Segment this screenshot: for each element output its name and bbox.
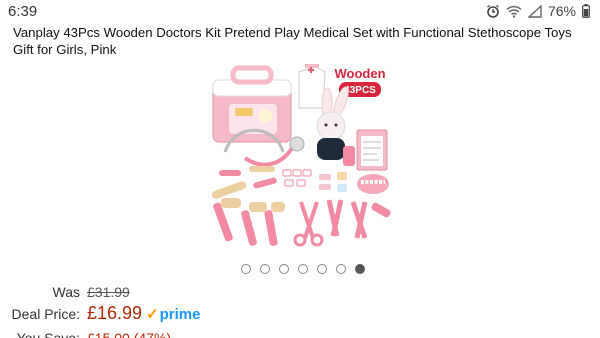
status-icons: 76% [486,3,590,19]
pliers-illustration [326,199,391,239]
carousel-dot[interactable] [279,264,289,274]
status-bar: 6:39 76% [0,0,600,22]
carousel-dot[interactable] [260,264,270,274]
bottle-illustration [343,146,355,166]
alarm-icon [486,4,500,18]
small-tools-illustration [211,166,347,199]
carousel-dot[interactable] [298,264,308,274]
was-price: £31.99 [87,284,130,300]
carousel-dot[interactable] [317,264,327,274]
doctor-coat-illustration [298,64,326,109]
wifi-icon [506,5,522,18]
teeth-model-illustration [357,174,389,194]
signal-icon [527,4,542,18]
prime-check-icon: ✓ [146,306,159,323]
deal-label: Deal Price: [11,306,80,322]
battery-icon [582,4,590,18]
was-label: Was [52,284,80,300]
save-label: You Save: [16,330,80,338]
status-time: 6:39 [8,3,38,20]
save-row: You Save: £15.00 (47%) [0,330,171,338]
carousel-dot[interactable] [241,264,251,274]
clipboard-illustration [356,129,388,171]
carousel-dot[interactable] [336,264,346,274]
prime-label: prime [159,306,201,323]
save-amount: £15.00 (47%) [87,330,172,338]
scissors-illustration [293,201,324,247]
battery-percent: 76% [547,3,576,19]
svg-text:Wooden: Wooden [334,66,385,81]
product-image[interactable]: Wooden 43PCS [205,62,397,252]
product-title[interactable]: Vanplay 43Pcs Wooden Doctors Kit Pretend… [13,24,588,58]
carousel-dot-active[interactable] [355,264,365,274]
prime-badge: ✓ prime [146,305,200,323]
deal-price-row: Deal Price: £16.99 ✓ prime [0,303,201,324]
deal-price: £16.99 [87,303,143,323]
was-price-row: Was £31.99 [0,284,130,300]
svg-text:43PCS: 43PCS [344,85,376,96]
image-carousel-dots[interactable] [241,264,365,274]
syringe-illustration [213,198,285,246]
